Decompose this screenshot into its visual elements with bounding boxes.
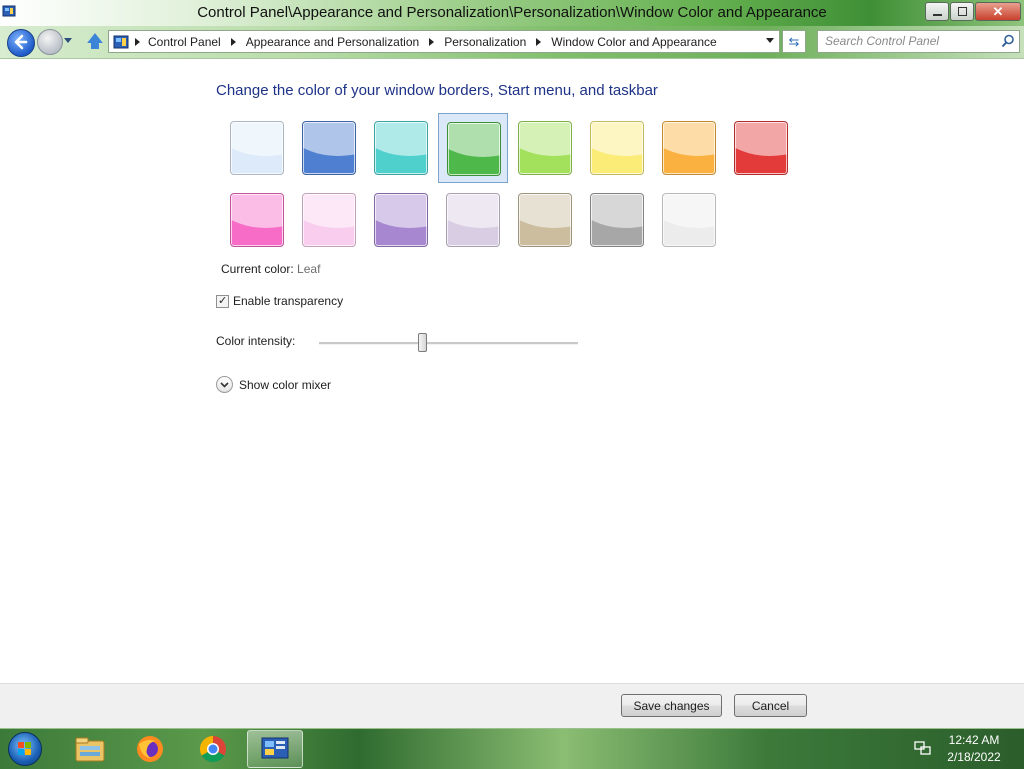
breadcrumb-separator-icon[interactable] [536, 37, 542, 46]
color-intensity-slider-thumb[interactable] [418, 333, 428, 352]
command-bar [0, 683, 1024, 728]
enable-transparency-option[interactable]: Enable transparency [216, 294, 343, 308]
search-input[interactable] [818, 31, 995, 50]
navigation-bar: 🡅 Control Panel Appearance and Personali… [0, 26, 1024, 59]
breadcrumb-window-color[interactable]: Window Color and Appearance [551, 35, 716, 49]
cancel-button[interactable]: Cancel [734, 694, 807, 717]
color-swatch[interactable] [222, 113, 292, 183]
color-swatch[interactable] [510, 185, 580, 255]
color-swatch-tile[interactable] [374, 121, 428, 175]
color-swatch[interactable] [726, 113, 796, 183]
color-swatch-tile[interactable] [662, 193, 716, 247]
color-swatch-tile[interactable] [518, 121, 572, 175]
save-changes-button[interactable]: Save changes [621, 694, 722, 717]
windows-logo-icon [18, 742, 31, 755]
search-icon[interactable] [1001, 34, 1015, 48]
close-button[interactable]: ✕ [975, 2, 1021, 21]
show-color-mixer-label[interactable]: Show color mixer [239, 378, 331, 392]
window-title: Control Panel\Appearance and Personaliza… [197, 4, 827, 21]
address-dropdown-icon[interactable] [766, 38, 774, 43]
restore-icon [957, 7, 967, 16]
firefox-icon [137, 736, 163, 762]
clock-date: 2/18/2022 [947, 750, 1001, 764]
restore-button[interactable] [950, 2, 974, 21]
minimize-icon [932, 13, 942, 16]
taskbar-chrome[interactable] [185, 730, 241, 768]
color-swatch[interactable] [438, 113, 508, 183]
color-swatch[interactable] [294, 113, 364, 183]
back-button[interactable] [7, 29, 35, 57]
system-clock[interactable]: 12:42 AM 2/18/2022 [934, 732, 1014, 766]
color-swatch[interactable] [654, 185, 724, 255]
close-icon: ✕ [992, 4, 1004, 19]
color-swatch[interactable] [222, 185, 292, 255]
breadcrumb-personalization[interactable]: Personalization [444, 35, 526, 49]
page-heading: Change the color of your window borders,… [216, 82, 658, 99]
address-bar[interactable]: Control Panel Appearance and Personaliza… [108, 30, 780, 53]
refresh-button[interactable]: ⇆ [782, 30, 806, 53]
color-swatch-tile[interactable] [302, 121, 356, 175]
color-swatch-tile[interactable] [446, 193, 500, 247]
minimize-button[interactable] [925, 2, 949, 21]
taskbar-firefox[interactable] [122, 730, 178, 768]
network-icon[interactable] [914, 741, 931, 756]
taskbar [0, 728, 1024, 769]
color-swatch[interactable] [582, 113, 652, 183]
breadcrumb-separator-icon[interactable] [429, 37, 435, 46]
back-arrow-icon [14, 34, 28, 50]
color-intensity-slider-track[interactable] [319, 342, 578, 345]
color-swatch[interactable] [294, 185, 364, 255]
enable-transparency-checkbox[interactable] [216, 294, 229, 308]
title-bar: Control Panel\Appearance and Personaliza… [0, 0, 1024, 26]
chrome-icon [199, 735, 226, 763]
color-swatch-tile[interactable] [518, 193, 572, 247]
color-swatch[interactable] [438, 185, 508, 255]
color-swatch-tile[interactable] [734, 121, 788, 175]
color-swatch-tile[interactable] [374, 193, 428, 247]
color-swatch-tile[interactable] [302, 193, 356, 247]
current-color-label: Current color: [221, 262, 294, 276]
color-swatch-tile[interactable] [662, 121, 716, 175]
control-panel-icon [261, 737, 289, 759]
taskbar-windows-explorer[interactable] [62, 730, 118, 768]
color-intensity-label: Color intensity: [216, 334, 296, 348]
windows-explorer-icon [75, 737, 105, 762]
current-color: Current color: Leaf [221, 262, 320, 276]
control-panel-icon [113, 35, 129, 48]
chevron-down-icon [220, 381, 229, 388]
refresh-icon: ⇆ [788, 34, 800, 49]
color-swatch-tile[interactable] [230, 193, 284, 247]
up-arrow-icon[interactable]: 🡅 [86, 32, 104, 52]
forward-button[interactable] [37, 29, 63, 55]
color-swatch[interactable] [654, 113, 724, 183]
color-swatch-tile[interactable] [590, 121, 644, 175]
enable-transparency-label[interactable]: Enable transparency [233, 294, 343, 308]
color-swatch[interactable] [366, 113, 436, 183]
taskbar-control-panel[interactable] [247, 730, 303, 768]
color-swatch-tile[interactable] [590, 193, 644, 247]
current-color-value: Leaf [297, 262, 321, 276]
search-box[interactable] [817, 30, 1020, 53]
recent-pages-dropdown[interactable] [64, 38, 72, 43]
color-swatch-tile[interactable] [230, 121, 284, 175]
breadcrumb-control-panel[interactable]: Control Panel [148, 35, 221, 49]
show-color-mixer[interactable]: Show color mixer [216, 376, 331, 393]
color-swatch[interactable] [366, 185, 436, 255]
start-button[interactable] [8, 732, 42, 766]
breadcrumb-separator-icon[interactable] [230, 37, 236, 46]
breadcrumb-appearance[interactable]: Appearance and Personalization [246, 35, 419, 49]
breadcrumb-separator-icon [135, 37, 140, 46]
color-swatch-tile[interactable] [447, 122, 501, 176]
color-swatch[interactable] [510, 113, 580, 183]
expand-button[interactable] [216, 376, 233, 393]
color-swatch[interactable] [582, 185, 652, 255]
clock-time: 12:42 AM [948, 733, 1000, 747]
